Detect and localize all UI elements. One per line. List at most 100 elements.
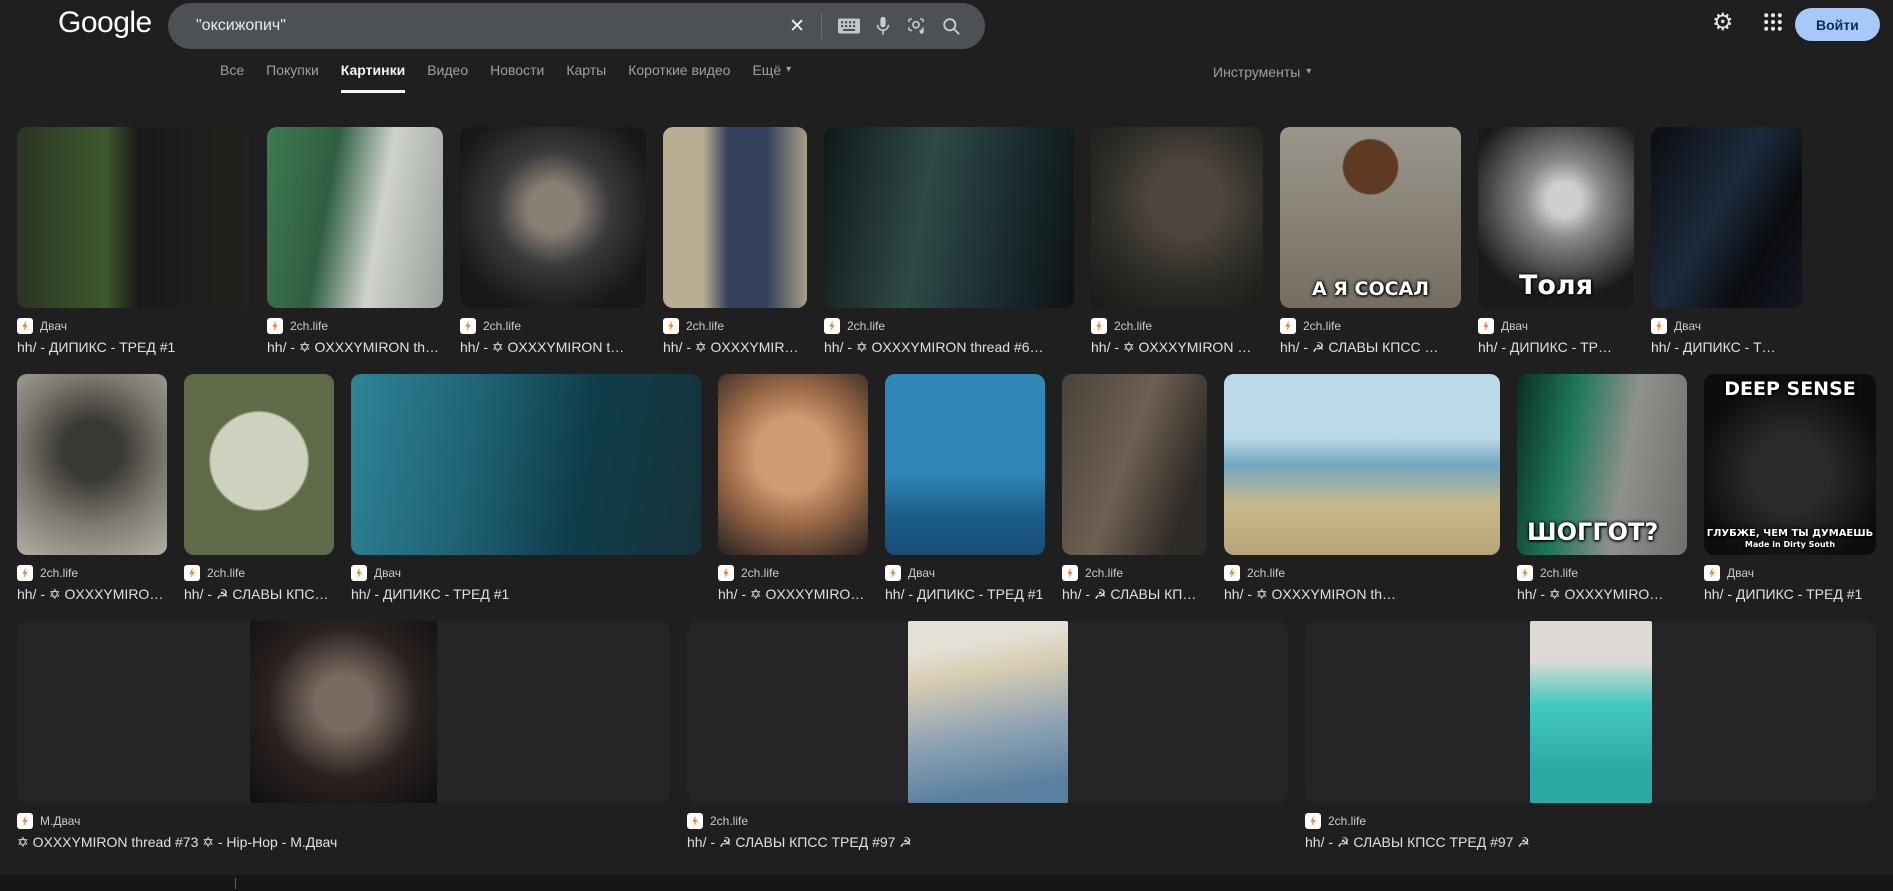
result-title[interactable]: ✡ OXXXYMIRON thread #73 ✡ - Hip-Hop - М.… [17, 834, 670, 851]
result-title[interactable]: hh/ - ✡ OXXXYMIRO… [1517, 586, 1687, 603]
result-title[interactable]: hh/ - ДИПИКС - ТРЕД #1 [1704, 586, 1876, 602]
result-title[interactable]: hh/ - ☭ СЛАВЫ КП… [1062, 586, 1207, 603]
result-title[interactable]: hh/ - ДИПИКС - Т… [1651, 339, 1802, 355]
search-result[interactable]: 2ch.life hh/ - ☭ СЛАВЫ КПСС ТРЕД #97 ☭ [1305, 621, 1876, 851]
search-result[interactable]: 2ch.life hh/ - ☭ СЛАВЫ КПСС ТРЕД #97 ☭ [687, 621, 1288, 851]
result-source[interactable]: 2ch.life [17, 565, 167, 581]
camera-lens-icon[interactable] [906, 16, 926, 36]
result-title[interactable]: hh/ - ✡ OXXXYMIRON th… [1224, 586, 1500, 603]
search-result[interactable]: 2ch.life hh/ - ✡ OXXXYMIRON th… [1224, 374, 1500, 603]
result-title[interactable]: hh/ - ДИПИКС - ТРЕД #1 [351, 586, 701, 602]
result-thumbnail[interactable]: Толя [1478, 127, 1634, 308]
result-title[interactable]: hh/ - ДИПИКС - ТРЕД #1 [17, 339, 250, 355]
search-result[interactable]: 2ch.life hh/ - ✡ OXXXYMIR… [663, 127, 807, 356]
search-input[interactable] [168, 17, 789, 35]
result-thumbnail[interactable] [351, 374, 701, 555]
result-source[interactable]: 2ch.life [460, 318, 646, 334]
search-result[interactable]: 2ch.life hh/ - ✡ OXXXYMIRON th… [17, 374, 167, 603]
result-source[interactable]: Двач [1478, 318, 1634, 334]
result-thumbnail[interactable] [1091, 127, 1263, 308]
result-title[interactable]: hh/ - ☭ СЛАВЫ КПСС ТРЕД #97 ☭ [687, 834, 1288, 851]
result-thumbnail[interactable] [184, 374, 334, 555]
result-thumbnail[interactable]: ШОГГОТ? [1517, 374, 1687, 555]
tab-images[interactable]: Картинки [341, 62, 405, 93]
search-result[interactable]: 2ch.life hh/ - ☭ СЛАВЫ КПСС Т… [184, 374, 334, 603]
result-thumbnail[interactable] [17, 374, 167, 555]
result-thumbnail[interactable] [718, 374, 868, 555]
result-title[interactable]: hh/ - ☭ СЛАВЫ КПСС ТРЕД #97 ☭ [1305, 834, 1876, 851]
result-source[interactable]: 2ch.life [1062, 565, 1207, 581]
result-thumbnail[interactable] [1224, 374, 1500, 555]
tab-category-0[interactable]: Все [220, 62, 244, 93]
result-source[interactable]: Двач [885, 565, 1045, 581]
result-source[interactable]: Двач [17, 318, 250, 334]
result-title[interactable]: hh/ - ☭ СЛАВЫ КПСС Т… [184, 586, 334, 603]
search-result[interactable]: 2ch.life hh/ - ☭ СЛАВЫ КП… [1062, 374, 1207, 603]
sign-in-button[interactable]: Войти [1795, 8, 1880, 41]
result-title[interactable]: hh/ - ДИПИКС - ТР… [1478, 339, 1634, 355]
result-title[interactable]: hh/ - ✡ OXXXYMIRON thread… [267, 339, 443, 356]
search-result[interactable]: ШОГГОТ? 2ch.life hh/ - ✡ OXXXYMIRO… [1517, 374, 1687, 603]
search-box[interactable]: ✕ [168, 3, 985, 49]
result-title[interactable]: hh/ - ✡ OXXXYMIRON … [1091, 339, 1263, 356]
result-thumbnail[interactable] [17, 621, 670, 803]
result-source[interactable]: 2ch.life [1517, 565, 1687, 581]
result-thumbnail[interactable]: DEEP SENSEГЛУБЖЕ, ЧЕМ ТЫ ДУМАЕШЬMade in … [1704, 374, 1876, 555]
result-title[interactable]: hh/ - ✡ OXXXYMIRON t… [460, 339, 646, 356]
result-thumbnail[interactable] [267, 127, 443, 308]
clear-icon[interactable]: ✕ [789, 17, 805, 36]
result-title[interactable]: hh/ - ✡ OXXXYMIRON th… [718, 586, 868, 603]
keyboard-icon[interactable] [838, 18, 860, 34]
search-result[interactable]: Двач hh/ - ДИПИКС - ТРЕД #1 [351, 374, 701, 602]
search-result[interactable]: DEEP SENSEГЛУБЖЕ, ЧЕМ ТЫ ДУМАЕШЬMade in … [1704, 374, 1876, 602]
search-icon[interactable] [942, 17, 961, 36]
result-thumbnail[interactable] [1305, 621, 1876, 803]
result-source[interactable]: Двач [351, 565, 701, 581]
tab-category-6[interactable]: Короткие видео [628, 62, 730, 93]
result-source[interactable]: 2ch.life [1091, 318, 1263, 334]
result-thumbnail[interactable] [1651, 127, 1802, 308]
result-source[interactable]: Двач [1704, 565, 1876, 581]
result-source[interactable]: 2ch.life [687, 813, 1288, 829]
search-result[interactable]: Двач hh/ - ДИПИКС - ТРЕД #1 [885, 374, 1045, 602]
result-source[interactable]: Двач [1651, 318, 1802, 334]
result-title[interactable]: hh/ - ✡ OXXXYMIRON thread #6… [824, 339, 1074, 356]
result-thumbnail[interactable] [824, 127, 1074, 308]
result-thumbnail[interactable] [17, 127, 250, 308]
search-result[interactable]: Двач hh/ - ДИПИКС - ТРЕД #1 [17, 127, 250, 355]
result-thumbnail[interactable] [885, 374, 1045, 555]
result-thumbnail[interactable] [687, 621, 1288, 803]
settings-gear-icon[interactable]: ⚙ [1712, 8, 1734, 37]
search-result[interactable]: 2ch.life hh/ - ✡ OXXXYMIRON th… [718, 374, 868, 603]
result-source[interactable]: 2ch.life [184, 565, 334, 581]
tab-category-1[interactable]: Покупки [266, 62, 319, 93]
search-result[interactable]: А Я СОСАЛ2ch.lifehh/ - ☭ СЛАВЫ КПСС … [1280, 127, 1461, 356]
result-source[interactable]: 2ch.life [824, 318, 1074, 334]
result-source[interactable]: 2ch.life [718, 565, 868, 581]
mic-icon[interactable] [876, 16, 890, 36]
search-result[interactable]: 2ch.life hh/ - ✡ OXXXYMIRON thread… [267, 127, 443, 356]
search-result[interactable]: Двач hh/ - ДИПИКС - Т… [1651, 127, 1802, 355]
result-source[interactable]: 2ch.life [267, 318, 443, 334]
result-thumbnail[interactable] [1062, 374, 1207, 555]
result-source[interactable]: 2ch.life [1280, 318, 1461, 334]
result-source[interactable]: 2ch.life [1305, 813, 1876, 829]
search-result[interactable]: 2ch.life hh/ - ✡ OXXXYMIRON thread #6… [824, 127, 1074, 356]
result-thumbnail[interactable] [460, 127, 646, 308]
result-title[interactable]: hh/ - ✡ OXXXYMIRON th… [17, 586, 167, 603]
result-thumbnail[interactable] [663, 127, 807, 308]
search-result[interactable]: М.Двач ✡ OXXXYMIRON thread #73 ✡ - Hip-Ho… [17, 621, 670, 851]
result-title[interactable]: hh/ - ✡ OXXXYMIR… [663, 339, 807, 356]
search-result[interactable]: Толя Двач hh/ - ДИПИКС - ТР… [1478, 127, 1634, 355]
result-title[interactable]: hh/ - ☭ СЛАВЫ КПСС … [1280, 339, 1461, 356]
result-source[interactable]: 2ch.life [1224, 565, 1500, 581]
result-source[interactable]: М.Двач [17, 813, 670, 829]
tab-category-5[interactable]: Карты [566, 62, 606, 93]
result-source[interactable]: 2ch.life [663, 318, 807, 334]
google-apps-grid-icon[interactable] [1763, 12, 1783, 37]
tools-button[interactable]: Инструменты ▾ [1213, 64, 1311, 80]
google-logo[interactable]: Google [58, 6, 152, 40]
search-result[interactable]: 2ch.life hh/ - ✡ OXXXYMIRON … [1091, 127, 1263, 356]
result-title[interactable]: hh/ - ДИПИКС - ТРЕД #1 [885, 586, 1045, 602]
tab-category-3[interactable]: Видео [427, 62, 468, 93]
